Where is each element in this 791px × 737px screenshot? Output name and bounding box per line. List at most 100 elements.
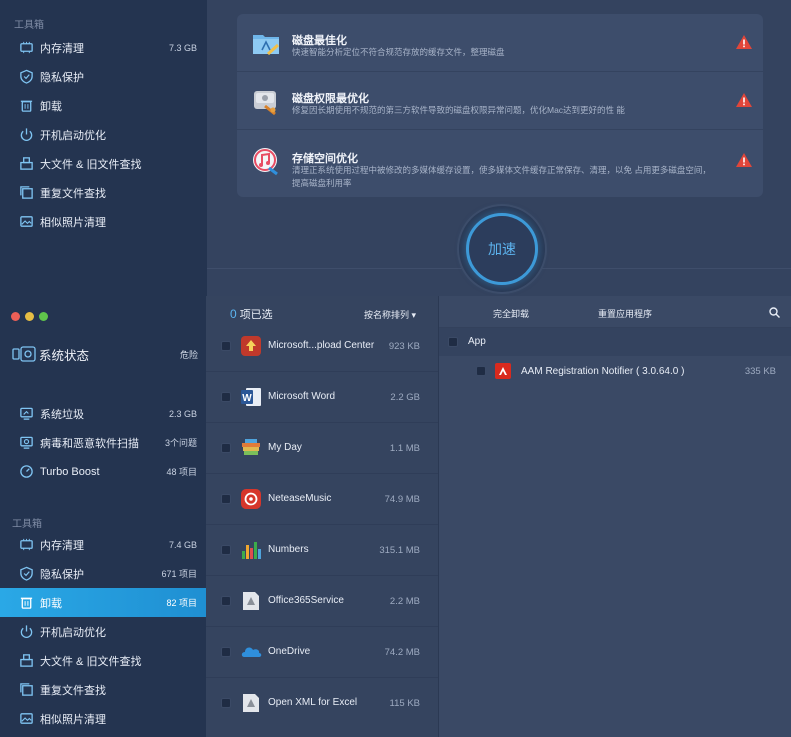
app-row[interactable]: Numbers 315.1 MB <box>206 525 438 576</box>
sidebar-item-duplicates[interactable]: 重复文件查找 <box>0 178 207 207</box>
sidebar-item-label: 隐私保护 <box>40 71 84 84</box>
app-name: OneDrive <box>268 646 311 657</box>
search-icon[interactable] <box>769 307 780 318</box>
sidebar-item-label: 卸载 <box>40 100 62 113</box>
app-row[interactable]: NeteaseMusic 74.9 MB <box>206 474 438 525</box>
warning-icon <box>736 35 752 49</box>
app-row[interactable]: Office365Service 2.2 MB <box>206 576 438 627</box>
top-sidebar: 工具箱 内存清理 7.3 GB 隐私保护 卸载 开机启动优化 大文件 & 旧文件… <box>0 0 207 296</box>
app-name: NeteaseMusic <box>268 493 332 504</box>
sidebar-item-large-files[interactable]: 大文件 & 旧文件查找 <box>0 149 207 178</box>
app-group-row[interactable]: App <box>439 328 791 356</box>
sidebar-item-large-files[interactable]: 大文件 & 旧文件查找 <box>0 646 207 675</box>
app-checkbox[interactable] <box>221 545 231 555</box>
my-day-icon <box>242 439 260 455</box>
sidebar-item-label: 隐私保护 <box>40 568 84 581</box>
system-status-value: 危险 <box>179 349 198 360</box>
upload-center-icon <box>241 336 261 356</box>
zoom-window-button[interactable] <box>39 312 48 321</box>
app-checkbox[interactable] <box>221 341 231 351</box>
optimization-item[interactable]: 存储空间优化 清理正系统使用过程中被修改的多媒体缓存设置，使多媒体文件缓存正常保… <box>237 132 763 197</box>
duplicate-folder-icon <box>18 185 34 201</box>
trash-icon <box>18 98 34 114</box>
system-status[interactable]: 系统状态 危险 <box>12 344 198 364</box>
top-window: 工具箱 内存清理 7.3 GB 隐私保护 卸载 开机启动优化 大文件 & 旧文件… <box>0 0 791 296</box>
complete-uninstall-button[interactable]: 完全卸载 <box>493 307 529 320</box>
sidebar-item-label: 重复文件查找 <box>40 684 106 697</box>
boost-button[interactable]: 加速 <box>466 213 538 285</box>
sidebar-item-label: 大文件 & 旧文件查找 <box>40 158 142 171</box>
sidebar-item-memory[interactable]: 内存清理 7.3 GB <box>0 33 207 62</box>
app-checkbox[interactable] <box>221 443 231 453</box>
optimization-desc: 快速智能分析定位不符合规范存放的缓存文件，整理磁盘 <box>292 47 505 57</box>
app-row[interactable]: W Microsoft Word 2.2 GB <box>206 372 438 423</box>
sort-dropdown[interactable]: 按名称排列 ▾ <box>364 308 416 321</box>
sidebar-item-uninstall[interactable]: 卸载 82 项目 <box>0 588 207 617</box>
app-row[interactable]: Microsoft...pload Center 923 KB <box>206 321 438 372</box>
app-size: 115 KB <box>389 698 420 709</box>
sidebar-item-label: 开机启动优化 <box>40 129 106 142</box>
optimization-item[interactable]: 磁盘最佳化 快速智能分析定位不符合规范存放的缓存文件，整理磁盘 <box>237 14 763 71</box>
toolbox-section-title: 工具箱 <box>12 519 42 530</box>
app-size: 2.2 GB <box>390 392 420 403</box>
app-size: 315.1 MB <box>379 545 420 556</box>
sidebar-item-memory[interactable]: 内存清理 7.4 GB <box>0 530 207 559</box>
app-checkbox[interactable] <box>221 647 231 657</box>
app-row[interactable]: OneDrive 74.2 MB <box>206 627 438 678</box>
sidebar-item-similar-photos[interactable]: 相似照片清理 <box>0 207 207 236</box>
sidebar-item-duplicates[interactable]: 重复文件查找 <box>0 675 207 704</box>
boost-button-ring: 加速 <box>459 206 545 292</box>
reset-app-button[interactable]: 重置应用程序 <box>598 307 652 320</box>
monitor-icon <box>18 406 34 422</box>
sidebar-item-label: 相似照片清理 <box>40 713 106 726</box>
app-size: 1.1 MB <box>389 443 420 454</box>
shield-icon <box>18 69 34 85</box>
sidebar-item-similar-photos[interactable]: 相似照片清理 <box>0 704 207 733</box>
optimization-item[interactable]: 磁盘权限最优化 修复因长期使用不规范的第三方软件导致的磁盘权限异常问题，优化Ma… <box>237 72 763 129</box>
sidebar-item-startup[interactable]: 开机启动优化 <box>0 617 207 646</box>
optimization-card: 磁盘最佳化 快速智能分析定位不符合规范存放的缓存文件，整理磁盘 磁盘权限最优化 … <box>237 14 763 197</box>
app-size: 74.9 MB <box>384 494 420 505</box>
close-window-button[interactable] <box>11 312 20 321</box>
warning-icon <box>736 153 752 167</box>
detail-toolbar: 完全卸载 重置应用程序 <box>439 296 791 328</box>
sidebar-item-malware-scan[interactable]: 病毒和恶意软件扫描 3个问题 <box>0 428 207 457</box>
app-row[interactable]: My Day 1.1 MB <box>206 423 438 474</box>
app-detail-panel: 完全卸载 重置应用程序 App AAM Registration Notifie… <box>438 296 791 737</box>
app-checkbox[interactable] <box>221 494 231 504</box>
app-name: Microsoft...pload Center <box>268 340 375 351</box>
sidebar-item-startup[interactable]: 开机启动优化 <box>0 120 207 149</box>
itunes-icon <box>253 148 278 176</box>
divider <box>237 129 763 130</box>
sidebar-item-privacy[interactable]: 隐私保护 671 项目 <box>0 559 207 588</box>
office365-service-icon <box>243 592 259 610</box>
boxes-icon <box>18 653 34 669</box>
sidebar-item-system-junk[interactable]: 系统垃圾 2.3 GB <box>0 399 207 428</box>
app-size: 923 KB <box>388 341 420 352</box>
bottom-sidebar: 系统状态 危险 系统垃圾 2.3 GB 病毒和恶意软件扫描 3个问题 Turbo… <box>0 296 207 737</box>
photos-icon <box>18 711 34 727</box>
minimize-window-button[interactable] <box>25 312 34 321</box>
sidebar-item-privacy[interactable]: 隐私保护 <box>0 62 207 91</box>
netease-music-icon <box>241 489 261 509</box>
sidebar-item-value: 3个问题 <box>164 438 197 448</box>
app-component-row[interactable]: AAM Registration Notifier ( 3.0.64.0 ) 3… <box>439 356 791 386</box>
sidebar-item-turbo-boost[interactable]: Turbo Boost 48 项目 <box>0 457 207 486</box>
photos-icon <box>18 214 34 230</box>
sidebar-item-value: 2.3 GB <box>168 408 197 419</box>
bottom-window: 系统状态 危险 系统垃圾 2.3 GB 病毒和恶意软件扫描 3个问题 Turbo… <box>0 296 791 737</box>
sidebar-item-uninstall[interactable]: 卸载 <box>0 91 207 120</box>
app-checkbox[interactable] <box>221 392 231 402</box>
sidebar-item-label: Turbo Boost <box>40 465 100 478</box>
app-row[interactable]: Open XML for Excel 115 KB <box>206 678 438 729</box>
optimization-desc: 清理正系统使用过程中被修改的多媒体缓存设置，使多媒体文件缓存正常保存、清理，以免… <box>292 165 711 188</box>
app-checkbox[interactable] <box>221 698 231 708</box>
sidebar-item-label: 内存清理 <box>40 42 84 55</box>
sidebar-item-value: 48 项目 <box>166 467 197 477</box>
app-checkbox[interactable] <box>221 596 231 606</box>
group-checkbox[interactable] <box>448 337 458 347</box>
trash-icon <box>18 595 34 611</box>
system-status-icon <box>12 346 36 362</box>
sidebar-item-label: 开机启动优化 <box>40 626 106 639</box>
component-checkbox[interactable] <box>476 366 486 376</box>
